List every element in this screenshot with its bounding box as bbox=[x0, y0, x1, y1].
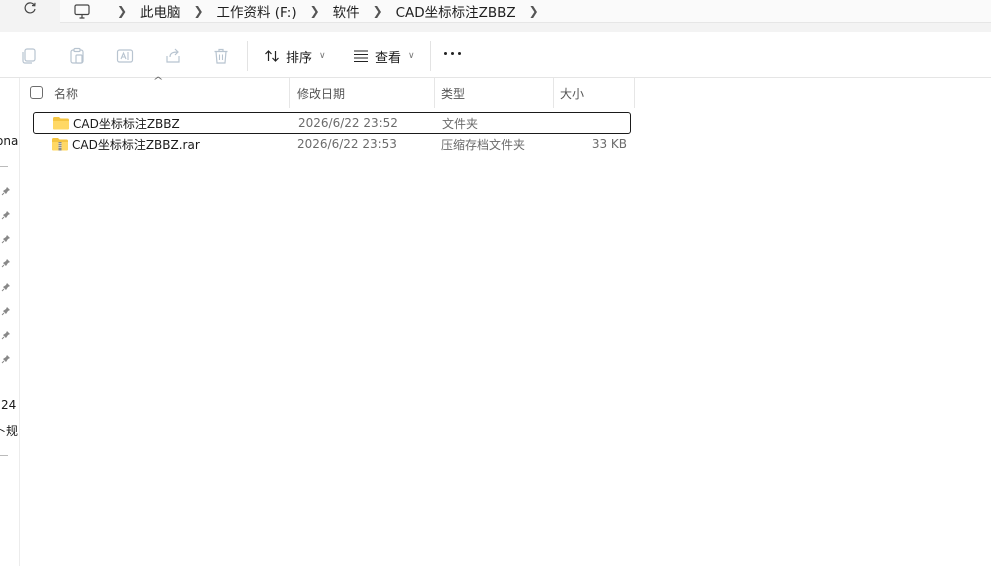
pin-icon bbox=[1, 307, 10, 316]
pin-icon bbox=[1, 235, 10, 244]
share-button[interactable] bbox=[163, 46, 183, 66]
chevron-right-icon[interactable]: ❯ bbox=[360, 4, 396, 18]
more-dot-icon bbox=[458, 52, 461, 55]
delete-button[interactable] bbox=[211, 46, 231, 66]
zip-folder-icon bbox=[52, 138, 68, 151]
file-row[interactable]: CAD坐标标注ZBBZ.rar 2026/6/22 23:53 压缩存档文件夹 … bbox=[33, 133, 631, 155]
refresh-icon bbox=[24, 2, 36, 14]
column-size-label: 大小 bbox=[560, 86, 585, 101]
nav-item-partial[interactable]: ona bbox=[0, 134, 18, 148]
file-row[interactable]: CAD坐标标注ZBBZ 2026/6/22 23:52 文件夹 bbox=[33, 112, 631, 134]
file-date: 2026/6/22 23:52 bbox=[298, 116, 398, 130]
this-pc-button[interactable] bbox=[60, 0, 104, 22]
chevron-right-icon[interactable]: ❯ bbox=[297, 4, 333, 18]
chevron-right-icon[interactable]: ❯ bbox=[181, 4, 217, 18]
column-type-label: 类型 bbox=[441, 86, 466, 101]
refresh-button[interactable] bbox=[20, 0, 40, 16]
more-dot-icon bbox=[451, 52, 454, 55]
command-bar: 排序 ∨ 查看 ∨ bbox=[0, 32, 991, 78]
column-name[interactable]: 名称 bbox=[48, 78, 289, 108]
breadcrumb-software[interactable]: 软件 bbox=[333, 1, 360, 21]
toolbar-divider bbox=[247, 41, 248, 71]
chevron-right-icon[interactable]: ❯ bbox=[516, 4, 552, 18]
chevron-down-icon: ∨ bbox=[319, 51, 326, 61]
clipboard-icon bbox=[70, 47, 84, 64]
more-dot-icon bbox=[444, 52, 447, 55]
chevron-down-icon: ∨ bbox=[408, 51, 415, 61]
folder-icon bbox=[53, 117, 69, 130]
breadcrumb-drive-f[interactable]: 工作资料 (F:) bbox=[217, 1, 297, 21]
column-name-label: 名称 bbox=[54, 86, 79, 101]
view-list-icon bbox=[354, 50, 368, 63]
sort-icon bbox=[265, 50, 279, 62]
pin-icon bbox=[1, 331, 10, 340]
toolbar-divider bbox=[430, 41, 431, 71]
view-button[interactable]: 查看 ∨ bbox=[353, 44, 415, 68]
pin-icon bbox=[1, 187, 10, 196]
file-date: 2026/6/22 23:53 bbox=[297, 137, 397, 151]
file-size: 33 KB bbox=[591, 137, 627, 151]
monitor-icon bbox=[74, 3, 90, 19]
file-name[interactable]: CAD坐标标注ZBBZ bbox=[73, 115, 180, 132]
nav-divider bbox=[0, 455, 8, 456]
column-date-label: 修改日期 bbox=[297, 86, 346, 101]
rename-icon bbox=[116, 49, 134, 63]
view-label: 查看 bbox=[375, 50, 402, 66]
file-name[interactable]: CAD坐标标注ZBBZ.rar bbox=[72, 136, 200, 153]
file-type: 压缩存档文件夹 bbox=[441, 137, 526, 152]
breadcrumb-current-folder[interactable]: CAD坐标标注ZBBZ bbox=[396, 1, 516, 21]
select-all-checkbox[interactable] bbox=[30, 86, 43, 99]
chevron-right-icon[interactable]: ❯ bbox=[104, 4, 140, 18]
sort-button[interactable]: 排序 ∨ bbox=[264, 44, 326, 68]
rename-button[interactable] bbox=[115, 46, 135, 66]
column-resize-handle[interactable] bbox=[289, 78, 290, 108]
nav-divider bbox=[0, 166, 8, 167]
copy-button[interactable] bbox=[19, 46, 39, 66]
file-type: 文件夹 bbox=[442, 116, 479, 131]
sort-label: 排序 bbox=[286, 50, 313, 66]
trash-icon bbox=[214, 48, 228, 64]
address-bar[interactable]: ❯ 此电脑 ❯ 工作资料 (F:) ❯ 软件 ❯ CAD坐标标注ZBBZ ❯ bbox=[60, 0, 991, 23]
navigation-pane: ona 24 卜规 bbox=[0, 78, 20, 566]
breadcrumb-this-pc[interactable]: 此电脑 bbox=[140, 1, 181, 21]
nav-item-partial[interactable]: 24 bbox=[1, 398, 16, 412]
more-options-button[interactable] bbox=[444, 52, 461, 55]
pin-icon bbox=[1, 355, 10, 364]
column-header: ^ 名称 修改日期 类型 大小 bbox=[20, 76, 991, 108]
pin-icon bbox=[1, 259, 10, 268]
pin-icon bbox=[1, 211, 10, 220]
column-type[interactable]: 类型 bbox=[435, 78, 553, 108]
address-bar-region: ❯ 此电脑 ❯ 工作资料 (F:) ❯ 软件 ❯ CAD坐标标注ZBBZ ❯ bbox=[0, 0, 991, 32]
column-size[interactable]: 大小 bbox=[554, 78, 634, 108]
nav-item-partial[interactable]: 卜规 bbox=[0, 422, 18, 439]
copy-icon bbox=[22, 48, 36, 64]
paste-button[interactable] bbox=[67, 46, 87, 66]
column-date[interactable]: 修改日期 bbox=[291, 78, 434, 108]
column-resize-handle[interactable] bbox=[634, 78, 635, 108]
share-icon bbox=[166, 48, 180, 63]
pin-icon bbox=[1, 283, 10, 292]
